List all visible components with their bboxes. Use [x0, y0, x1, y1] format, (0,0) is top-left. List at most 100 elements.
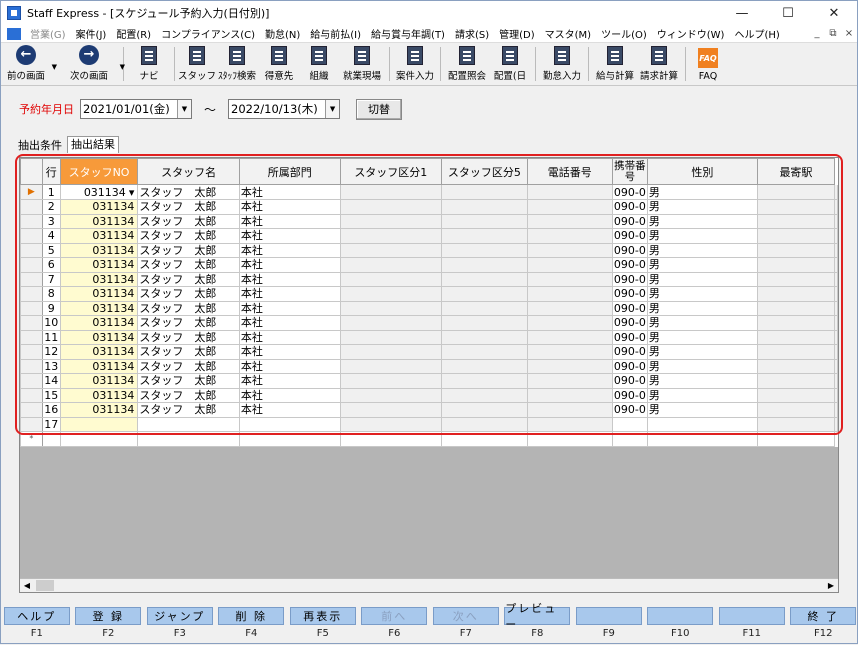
phone-cell[interactable] [527, 316, 612, 331]
staff-kubun5-cell[interactable] [442, 359, 528, 374]
staff-name-cell[interactable]: スタッフ 太郎 [138, 229, 240, 244]
phone-cell[interactable] [527, 330, 612, 345]
mobile-cell[interactable]: 090-0 [612, 374, 647, 389]
gender-cell[interactable]: 男 [647, 214, 757, 229]
department-cell[interactable]: 本社 [239, 359, 340, 374]
col-header-mobile[interactable]: 携帯番号 [612, 159, 647, 185]
mobile-cell[interactable]: 090-0 [612, 330, 647, 345]
prev-screen-button[interactable]: ← 前の画面▼ [1, 45, 51, 85]
gender-cell[interactable]: 男 [647, 388, 757, 403]
mobile-cell[interactable]: 090-0 [612, 388, 647, 403]
staff-no-cell[interactable]: 031134 [60, 287, 138, 302]
mobile-cell[interactable]: 090-0 [612, 301, 647, 316]
table-row[interactable]: 7031134スタッフ 太郎本社090-0男 [21, 272, 838, 287]
row-number-cell[interactable]: 2 [42, 200, 60, 215]
table-row[interactable]: 15031134スタッフ 太郎本社090-0男 [21, 388, 838, 403]
department-cell[interactable]: 本社 [239, 374, 340, 389]
nearest-station-cell[interactable] [757, 316, 834, 331]
staff-name-cell[interactable]: スタッフ 太郎 [138, 316, 240, 331]
staff-kubun1-cell[interactable] [340, 359, 441, 374]
row-number-cell[interactable]: 15 [42, 388, 60, 403]
f6-button[interactable]: 前へ [361, 607, 427, 625]
close-button[interactable]: ✕ [811, 1, 857, 25]
department-cell[interactable]: 本社 [239, 200, 340, 215]
staff-kubun1-cell[interactable] [340, 388, 441, 403]
horizontal-scrollbar[interactable]: ◀ ▶ [20, 578, 838, 592]
menu-kintai[interactable]: 勤怠(N) [260, 26, 305, 41]
f12-button[interactable]: 終 了 [790, 607, 856, 625]
mdi-close-button[interactable]: × [841, 28, 857, 39]
staff-name-cell[interactable] [138, 417, 240, 432]
staff-no-cell[interactable]: 031134 [60, 388, 138, 403]
col-header-department[interactable]: 所属部門 [239, 159, 340, 185]
nearest-station-cell[interactable] [757, 229, 834, 244]
table-row[interactable]: 12031134スタッフ 太郎本社090-0男 [21, 345, 838, 360]
phone-cell[interactable] [527, 388, 612, 403]
empty-cell[interactable] [527, 432, 612, 447]
row-number-cell[interactable]: 16 [42, 403, 60, 418]
staff-name-cell[interactable]: スタッフ 太郎 [138, 272, 240, 287]
staff-kubun1-cell[interactable] [340, 258, 441, 273]
gender-cell[interactable]: 男 [647, 243, 757, 258]
phone-cell[interactable] [527, 359, 612, 374]
mdi-restore-button[interactable]: ⧉ [825, 28, 841, 39]
staff-kubun1-cell[interactable] [340, 200, 441, 215]
staff-name-cell[interactable]: スタッフ 太郎 [138, 301, 240, 316]
scroll-right-icon[interactable]: ▶ [824, 579, 838, 592]
f3-button[interactable]: ジャンプ [147, 607, 213, 625]
department-cell[interactable]: 本社 [239, 185, 340, 200]
table-row[interactable]: 13031134スタッフ 太郎本社090-0男 [21, 359, 838, 374]
date-to-combo[interactable]: 2022/10/13(木) ▼ [228, 99, 340, 119]
client-button[interactable]: 得意先 [259, 45, 299, 85]
menu-kyuyo-maebarai[interactable]: 給与前払(I) [305, 26, 366, 41]
next-screen-button[interactable]: → 次の画面▼ [59, 45, 119, 85]
staff-kubun1-cell[interactable] [340, 316, 441, 331]
department-cell[interactable]: 本社 [239, 243, 340, 258]
gender-cell[interactable]: 男 [647, 287, 757, 302]
gender-cell[interactable]: 男 [647, 258, 757, 273]
row-number-cell[interactable]: 9 [42, 301, 60, 316]
staff-name-cell[interactable]: スタッフ 太郎 [138, 345, 240, 360]
staff-kubun1-cell[interactable] [340, 301, 441, 316]
staff-no-cell[interactable]: 031134 [60, 403, 138, 418]
staff-kubun5-cell[interactable] [442, 258, 528, 273]
row-selector[interactable]: ▶ [21, 185, 43, 200]
nearest-station-cell[interactable] [757, 359, 834, 374]
mobile-cell[interactable]: 090-0 [612, 272, 647, 287]
mobile-cell[interactable] [612, 417, 647, 432]
row-selector[interactable] [21, 272, 43, 287]
staff-kubun1-cell[interactable] [340, 287, 441, 302]
mobile-cell[interactable]: 090-0 [612, 185, 647, 200]
menu-compliance[interactable]: コンプライアンス(C) [156, 26, 260, 41]
department-cell[interactable]: 本社 [239, 272, 340, 287]
nearest-station-cell[interactable] [757, 214, 834, 229]
minimize-button[interactable]: — [719, 1, 765, 25]
row-selector[interactable] [21, 200, 43, 215]
row-selector[interactable] [21, 403, 43, 418]
staff-name-cell[interactable]: スタッフ 太郎 [138, 403, 240, 418]
staff-kubun1-cell[interactable] [340, 417, 441, 432]
row-selector[interactable] [21, 214, 43, 229]
nearest-station-cell[interactable] [757, 243, 834, 258]
staff-no-cell[interactable]: 031134 [60, 243, 138, 258]
f1-button[interactable]: ヘルプ [4, 607, 70, 625]
row-number-cell[interactable]: 5 [42, 243, 60, 258]
gender-cell[interactable]: 男 [647, 316, 757, 331]
row-selector[interactable] [21, 417, 43, 432]
staff-kubun5-cell[interactable] [442, 243, 528, 258]
row-number-cell[interactable]: 11 [42, 330, 60, 345]
nearest-station-cell[interactable] [757, 417, 834, 432]
chevron-down-icon[interactable]: ▼ [325, 100, 339, 118]
table-row[interactable]: 14031134スタッフ 太郎本社090-0男 [21, 374, 838, 389]
gender-cell[interactable]: 男 [647, 374, 757, 389]
menu-window[interactable]: ウィンドウ(W) [652, 26, 730, 41]
mobile-cell[interactable]: 090-0 [612, 403, 647, 418]
staff-no-cell[interactable]: 031134▾ [60, 185, 138, 200]
billing-calc-button[interactable]: 請求計算 [637, 45, 681, 85]
staff-kubun1-cell[interactable] [340, 374, 441, 389]
mobile-cell[interactable]: 090-0 [612, 229, 647, 244]
department-cell[interactable]: 本社 [239, 229, 340, 244]
staff-kubun5-cell[interactable] [442, 417, 528, 432]
menu-seikyu[interactable]: 請求(S) [450, 26, 494, 41]
row-number-cell[interactable]: 17 [42, 417, 60, 432]
